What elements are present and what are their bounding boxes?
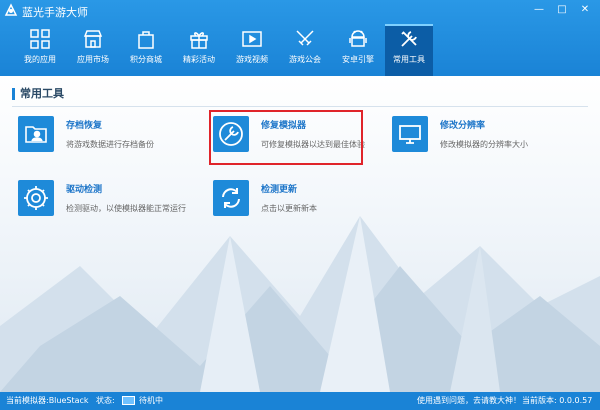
tool-tile: [213, 180, 249, 216]
bag-icon: [138, 31, 154, 49]
main-content: 常用工具 存档恢复 将游戏数据进行存档备份 修复模拟器 可修复模拟器以达到最佳体…: [0, 76, 600, 392]
tool-desc: 检测驱动，以使模拟器能正常运行: [66, 204, 186, 213]
state-value: 待机中: [139, 396, 163, 405]
tool-check-update[interactable]: 检测更新 点击以更新新本: [213, 180, 393, 230]
swords-icon: [296, 30, 314, 46]
app-logo-icon: [4, 3, 18, 16]
current-emulator: 当前模拟器:BlueStack: [6, 396, 89, 405]
tool-name: 存档恢复: [66, 121, 103, 131]
nav-my-apps[interactable]: 我的应用: [14, 25, 66, 76]
monitor-icon: [122, 396, 135, 405]
maximize-button[interactable]: □: [553, 3, 571, 17]
tool-archive-restore[interactable]: 存档恢复 将游戏数据进行存档备份: [18, 116, 198, 166]
minimize-button[interactable]: —: [530, 3, 548, 17]
nav-common-tools[interactable]: 常用工具: [385, 24, 433, 76]
help-link[interactable]: 使用遇到问题，去请教大神！: [417, 392, 521, 410]
nav-label: 常用工具: [393, 55, 425, 64]
nav-label: 我的应用: [24, 55, 56, 64]
tool-tile: [392, 116, 428, 152]
nav-events[interactable]: 精彩活动: [173, 25, 225, 76]
tool-driver-check[interactable]: 驱动检测 检测驱动，以使模拟器能正常运行: [18, 180, 198, 230]
tool-name: 驱动检测: [66, 185, 103, 195]
state-label: 状态:: [96, 396, 115, 405]
tool-desc: 将游戏数据进行存档备份: [66, 140, 154, 149]
status-bar: 当前模拟器:BlueStack 状态: 待机中 使用遇到问题，去请教大神！ 当前…: [0, 392, 600, 410]
nav-label: 游戏视频: [236, 55, 268, 64]
nav-label: 精彩活动: [183, 55, 215, 64]
tool-desc: 点击以更新新本: [261, 204, 317, 213]
video-icon: [242, 31, 262, 47]
nav-app-market[interactable]: 应用市场: [67, 25, 119, 76]
main-nav: 我的应用 应用市场 积分商城 精彩活动 游戏视频 游戏公会 安卓引擎 常用工具: [14, 24, 434, 76]
refresh-icon: [222, 188, 240, 208]
folder-user-icon: [25, 126, 47, 143]
nav-android-engine[interactable]: 安卓引擎: [332, 25, 384, 76]
gift-icon: [190, 32, 208, 49]
tool-desc: 修改模拟器的分辨率大小: [440, 140, 528, 149]
android-icon: [349, 30, 367, 47]
nav-points-mall[interactable]: 积分商城: [120, 25, 172, 76]
version-text: 当前版本: 0.0.0.57: [522, 396, 593, 405]
nav-guild[interactable]: 游戏公会: [279, 25, 331, 76]
store-icon: [83, 30, 103, 48]
tool-tile: [18, 116, 54, 152]
nav-label: 安卓引擎: [342, 55, 374, 64]
nav-label: 游戏公会: [289, 55, 321, 64]
grid-icon: [30, 29, 50, 49]
divider: [12, 106, 588, 107]
tool-name: 修改分辨率: [440, 121, 486, 131]
tools-icon: [401, 31, 417, 47]
close-button[interactable]: ✕: [576, 3, 594, 17]
highlight-box: [209, 110, 363, 165]
tool-tile: [18, 180, 54, 216]
monitor-icon: [399, 125, 421, 144]
section-title: 常用工具: [12, 88, 64, 100]
title-bar: 蓝光手游大师 — □ ✕ 我的应用 应用市场 积分商城 精彩活动 游戏视频 游戏…: [0, 0, 600, 76]
nav-label: 应用市场: [77, 55, 109, 64]
nav-game-video[interactable]: 游戏视频: [226, 25, 278, 76]
gear-icon: [24, 186, 48, 210]
tool-change-resolution[interactable]: 修改分辨率 修改模拟器的分辨率大小: [392, 116, 572, 166]
window-title: 蓝光手游大师: [22, 6, 88, 19]
nav-label: 积分商城: [130, 55, 162, 64]
tool-name: 检测更新: [261, 185, 298, 195]
